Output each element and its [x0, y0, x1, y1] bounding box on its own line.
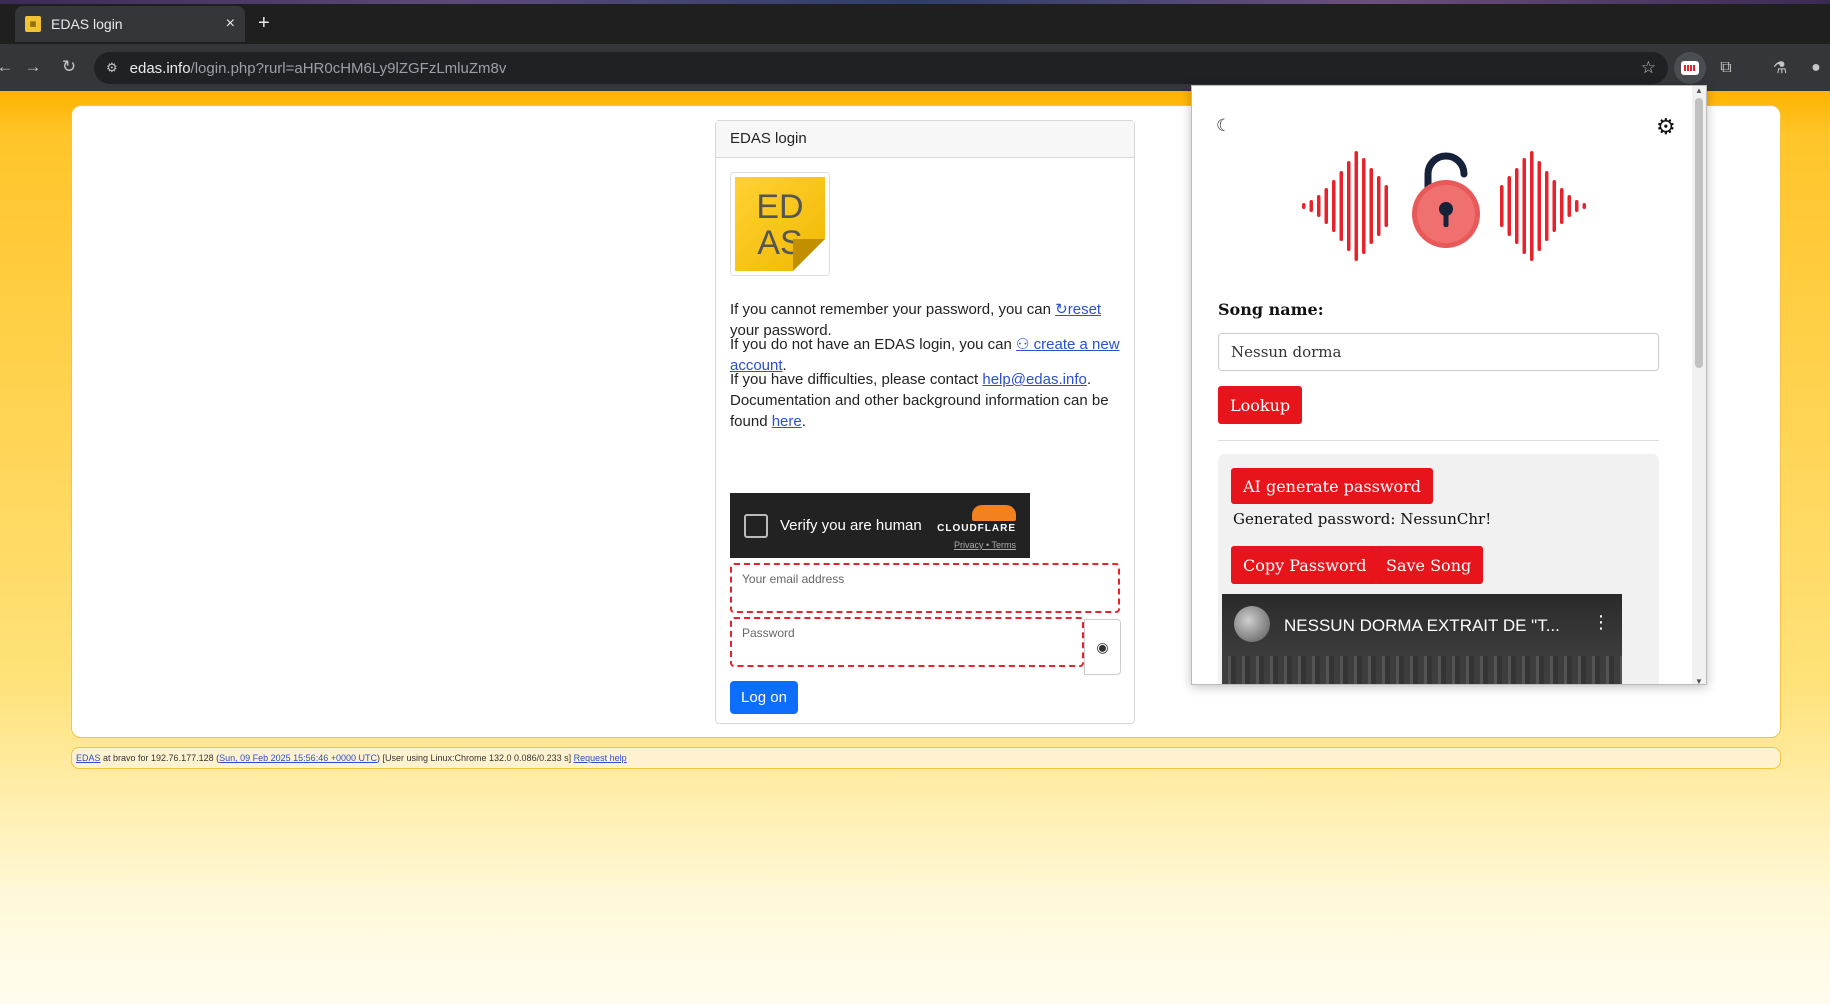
profile-icon[interactable]: ●	[1800, 52, 1830, 84]
sound-wave-bar	[1324, 188, 1328, 224]
reload-icon[interactable]: ↻	[56, 54, 82, 80]
sound-wave-bar	[1507, 176, 1511, 236]
sound-wave-bar	[1530, 151, 1534, 261]
sound-wave-bar	[1354, 151, 1358, 261]
refresh-icon: ↻	[1055, 301, 1068, 318]
sound-wave-bar	[1567, 195, 1571, 217]
dark-mode-moon-icon[interactable]: ☾	[1216, 116, 1231, 136]
address-bar[interactable]: ⚙ edas.info/login.php?rurl=aHR0cHM6Ly9lZ…	[94, 52, 1668, 84]
browser-chrome: ▦ EDAS login × + ← → ↻ ⚙ edas.info/login…	[0, 0, 1830, 91]
sound-wave-bar	[1545, 171, 1549, 241]
bookmark-star-icon[interactable]: ☆	[1641, 58, 1656, 78]
sound-wave-bar	[1347, 161, 1351, 251]
window-strip	[0, 0, 1830, 4]
sound-wave-bar	[1317, 195, 1321, 217]
url-path: /login.php?rurl=aHR0cHM6Ly9lZGFzLmluZm8v	[190, 59, 507, 77]
sound-wave-bar	[1302, 203, 1306, 209]
lookup-button[interactable]: Lookup	[1218, 386, 1303, 424]
site-info-icon[interactable]: ⚙	[106, 60, 118, 76]
sound-wave-bar	[1582, 203, 1586, 209]
ai-generate-password-button[interactable]: AI generate password	[1231, 468, 1434, 504]
settings-gear-icon[interactable]: ⚙	[1656, 114, 1676, 140]
browser-toolbar: ← → ↻ ⚙ edas.info/login.php?rurl=aHR0cHM…	[0, 44, 1830, 91]
sound-wave-bar	[1522, 158, 1526, 254]
logo-line-1: ED	[756, 188, 804, 226]
url-host: edas.info	[129, 59, 191, 77]
logo-line-2: AS	[757, 224, 803, 262]
sound-wave-bar	[1515, 168, 1519, 244]
cloudflare-captcha: Verify you are human CLOUDFLARE Privacy …	[730, 493, 1030, 558]
scroll-up-arrow-icon[interactable]: ▲	[1695, 86, 1703, 95]
email-field[interactable]: Your email address	[730, 563, 1120, 613]
generated-password-text: Generated password: NessunChr!	[1233, 510, 1492, 528]
email-input[interactable]	[742, 590, 1108, 606]
show-password-eye-icon[interactable]: ◉	[1084, 619, 1121, 675]
password-input[interactable]	[742, 644, 1072, 660]
video-more-options-icon[interactable]: ⋮	[1592, 612, 1610, 633]
save-song-button[interactable]: Save Song	[1374, 546, 1484, 584]
verify-human-checkbox[interactable]	[744, 513, 768, 538]
password-field[interactable]: Password	[730, 617, 1084, 667]
cloudflare-cloud-icon	[972, 505, 1016, 521]
sound-wave-bar	[1537, 161, 1541, 251]
tab-title: EDAS login	[51, 16, 123, 32]
extensions-puzzle-icon[interactable]: ⧉	[1710, 52, 1742, 84]
generator-panel: AI generate password Generated password:…	[1218, 454, 1659, 684]
footer-request-help-link[interactable]: Request help	[574, 753, 627, 763]
extension-panel: ☾ ⚙ Song name: Nessun dorma Lookup AI ge…	[1202, 96, 1686, 684]
scroll-down-arrow-icon[interactable]: ▼	[1695, 677, 1703, 684]
captcha-label: Verify you are human	[780, 517, 922, 534]
add-user-icon: ⚇	[1016, 336, 1030, 353]
popup-scrollbar[interactable]: ▲ ▼	[1692, 86, 1706, 684]
email-label: Your email address	[742, 572, 845, 586]
extension-popup: ☾ ⚙ Song name: Nessun dorma Lookup AI ge…	[1191, 85, 1707, 685]
sound-wave-bar	[1309, 200, 1313, 212]
song-password-extension-icon[interactable]	[1674, 52, 1706, 84]
login-card: EDAS login ED AS If you cannot remember …	[715, 120, 1135, 724]
sound-wave-bar	[1377, 176, 1381, 236]
cloudflare-logo: CLOUDFLARE Privacy • Terms	[937, 505, 1016, 550]
sound-wave-bar	[1560, 188, 1564, 224]
close-tab-icon[interactable]: ×	[226, 15, 235, 33]
new-tab-button[interactable]: +	[258, 12, 270, 35]
sound-wave-bar	[1500, 185, 1504, 227]
section-divider	[1218, 440, 1659, 441]
password-label: Password	[742, 626, 795, 640]
page-footer: EDAS at bravo for 192.76.177.128 (Sun, 0…	[71, 747, 1781, 769]
song-name-label: Song name:	[1218, 300, 1324, 319]
reset-password-link[interactable]: ↻reset	[1055, 301, 1101, 318]
back-icon[interactable]: ←	[0, 54, 18, 80]
login-card-title: EDAS login	[716, 121, 1134, 158]
edas-logo: ED AS	[730, 172, 830, 276]
help-paragraph: If you have difficulties, please contact…	[730, 371, 1109, 430]
copy-password-button[interactable]: Copy Password	[1231, 546, 1379, 584]
sound-wave-bar	[1552, 180, 1556, 232]
help-email-link[interactable]: help@edas.info	[982, 371, 1086, 388]
song-name-input[interactable]: Nessun dorma	[1218, 333, 1659, 371]
sound-wave-bar	[1575, 200, 1579, 212]
sound-wave-bar	[1384, 185, 1388, 227]
channel-avatar[interactable]	[1234, 606, 1270, 642]
log-on-button[interactable]: Log on	[730, 681, 798, 714]
sound-wave-bar	[1332, 180, 1336, 232]
scrollbar-thumb[interactable]	[1695, 98, 1703, 368]
sound-wave-bar	[1369, 168, 1373, 244]
documentation-here-link[interactable]: here	[772, 413, 802, 430]
captcha-terms-link[interactable]: Terms	[992, 540, 1017, 550]
edas-favicon-icon: ▦	[25, 16, 41, 32]
youtube-video-embed[interactable]: NESSUN DORMA EXTRAIT DE "T... ⋮	[1222, 594, 1622, 684]
labs-flask-icon[interactable]: ⚗	[1764, 52, 1796, 84]
captcha-privacy-link[interactable]: Privacy	[954, 540, 984, 550]
browser-tab[interactable]: ▦ EDAS login ×	[15, 6, 245, 42]
sound-lock-illustration	[1302, 151, 1586, 261]
sound-wave-bar	[1362, 158, 1366, 254]
footer-edas-link[interactable]: EDAS	[76, 753, 101, 763]
forward-icon[interactable]: →	[20, 54, 46, 80]
footer-date-link[interactable]: Sun, 09 Feb 2025 15:56:46 +0000 UTC	[219, 753, 377, 763]
sound-wave-bar	[1339, 171, 1343, 241]
video-title[interactable]: NESSUN DORMA EXTRAIT DE "T...	[1284, 616, 1560, 636]
